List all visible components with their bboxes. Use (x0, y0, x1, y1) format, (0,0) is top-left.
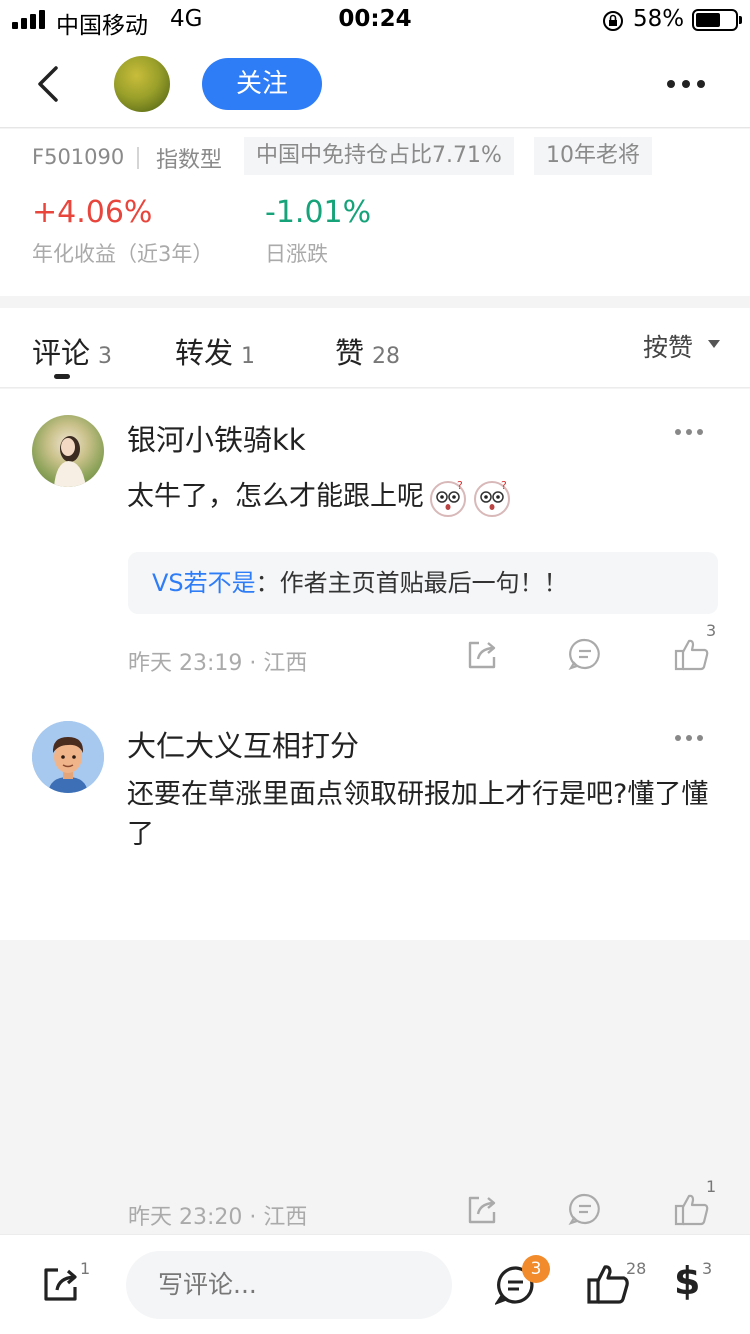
comment-list: 银河小铁骑kk 太牛了，怎么才能跟上呢?? VS若不是：作者主页首贴最后一句！！… (0, 389, 750, 1230)
top-nav: 关注 (0, 40, 750, 128)
fund-tag: 中国中免持仓占比7.71% (244, 137, 514, 175)
thumbs-up-icon[interactable] (674, 637, 710, 671)
tab-count: 1 (241, 344, 256, 369)
active-tab-indicator (54, 374, 70, 379)
avatar[interactable] (32, 415, 104, 487)
annual-return-value: +4.06% (32, 195, 153, 230)
comment-text-content: 太牛了，怎么才能跟上呢 (127, 481, 424, 512)
tab-comments[interactable]: 评论 3 (32, 330, 112, 372)
like-count: 28 (626, 1259, 647, 1278)
daily-change-value: -1.01% (265, 195, 372, 230)
caret-down-icon[interactable] (708, 340, 720, 348)
chevron-left-icon[interactable] (30, 62, 70, 106)
tab-bar: 评论 3 转发 1 赞 28 按赞 (0, 308, 750, 388)
battery-percent: 58% (633, 6, 685, 32)
reward-icon[interactable]: $ (674, 1259, 700, 1303)
reply-preview[interactable]: VS若不是：作者主页首贴最后一句！！ (128, 552, 718, 614)
reply-username[interactable]: VS若不是 (152, 569, 256, 597)
share-icon[interactable] (42, 1265, 80, 1303)
more-horizontal-icon[interactable] (667, 80, 705, 88)
surprised-face-icon: ? (474, 479, 510, 517)
comment-text: 太牛了，怎么才能跟上呢?? (127, 477, 717, 518)
annual-return-label: 年化收益（近3年） (32, 242, 214, 266)
comment-icon[interactable] (568, 637, 602, 671)
follow-button[interactable]: 关注 (202, 58, 322, 110)
reward-count: 3 (702, 1259, 713, 1278)
status-bar: 中国移动 4G 00:24 58% (0, 0, 750, 40)
tab-likes[interactable]: 赞 28 (335, 330, 400, 372)
like-count: 1 (706, 1177, 717, 1196)
author-avatar[interactable] (114, 56, 170, 112)
daily-change-label: 日涨跌 (265, 242, 328, 266)
comment-icon[interactable] (568, 1192, 602, 1226)
tab-label: 转发 (175, 336, 234, 370)
sort-dropdown[interactable]: 按赞 (643, 328, 693, 364)
share-icon[interactable] (465, 637, 499, 671)
share-icon[interactable] (465, 1192, 499, 1226)
share-count: 1 (80, 1259, 91, 1278)
cartoon-man-avatar-icon (32, 721, 104, 793)
fund-info-card[interactable]: F501090 指数型 中国中免持仓占比7.71% 10年老将 +4.06% 年… (0, 129, 750, 296)
thumbs-up-icon[interactable] (674, 1192, 710, 1226)
tab-reposts[interactable]: 转发 1 (175, 330, 255, 372)
user-photo-icon (54, 436, 86, 487)
comment-meta: 昨天 23:19 · 江西 (128, 651, 308, 676)
comment-meta: 昨天 23:20 · 江西 (128, 1205, 308, 1230)
fund-type: 指数型 (156, 148, 223, 173)
thumbs-up-icon[interactable] (586, 1263, 630, 1305)
svg-text:?: ? (501, 479, 507, 492)
battery-icon (692, 9, 742, 31)
divider (137, 147, 139, 169)
comment-text: 还要在草涨里面点领取研报加上才行是吧?懂了懂了 (127, 779, 709, 850)
orientation-lock-icon (603, 11, 623, 31)
surprised-face-icon: ? (430, 479, 466, 517)
comment-input[interactable]: 写评论... (126, 1251, 452, 1319)
tab-label: 评论 (32, 336, 91, 370)
reply-text: 作者主页首贴最后一句！！ (279, 569, 568, 597)
more-horizontal-icon[interactable] (675, 429, 703, 435)
fund-code: F501090 (32, 145, 125, 169)
comment-username[interactable]: 银河小铁骑kk (127, 417, 306, 459)
avatar[interactable] (32, 721, 104, 793)
tab-count: 3 (98, 344, 113, 369)
like-count: 3 (706, 621, 717, 640)
fund-tag: 10年老将 (534, 137, 652, 175)
reply-separator: ： (255, 569, 280, 597)
tab-label: 赞 (335, 336, 365, 370)
more-horizontal-icon[interactable] (675, 735, 703, 741)
bottom-action-bar: 1 写评论... 3 28 $ 3 (0, 1234, 750, 1334)
svg-text:?: ? (457, 479, 463, 492)
comment-username[interactable]: 大仁大义互相打分 (127, 723, 359, 765)
tab-count: 28 (372, 344, 401, 369)
comment-count-badge: 3 (522, 1255, 550, 1283)
